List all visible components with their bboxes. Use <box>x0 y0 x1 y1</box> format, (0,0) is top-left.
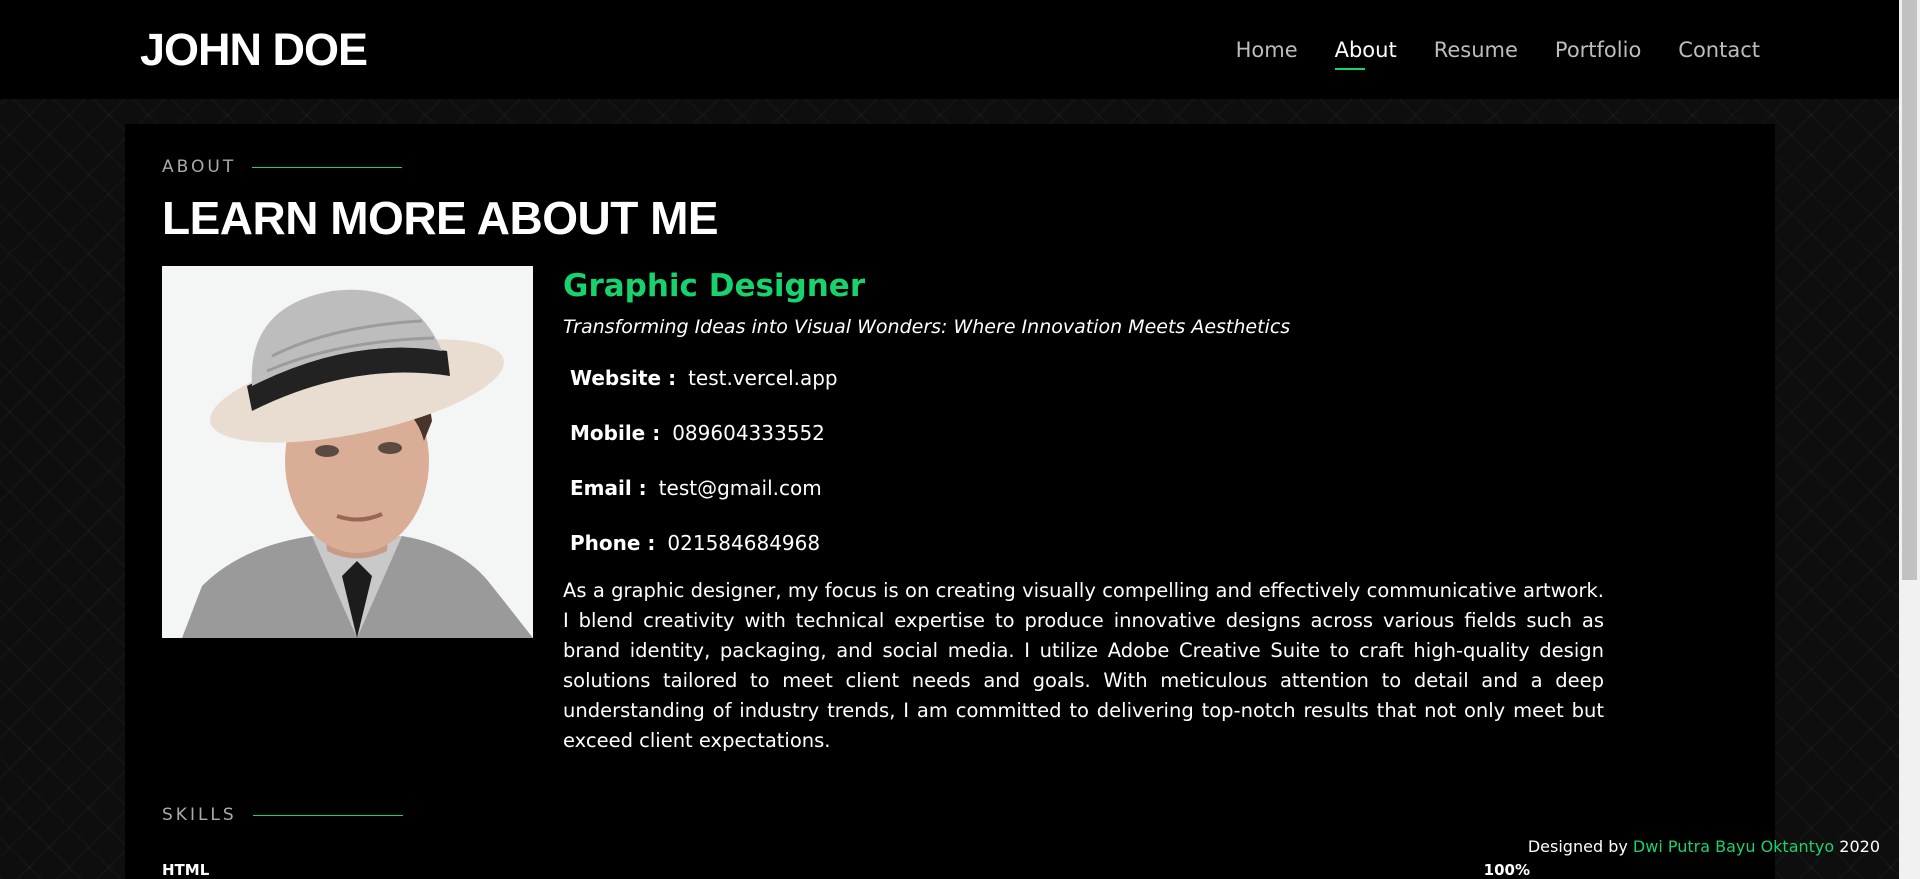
info-key: Phone : <box>570 530 656 555</box>
about-label-underline <box>252 166 403 168</box>
page-scrollbar[interactable] <box>1899 0 1920 879</box>
info-row-website: Website : test.vercel.app <box>563 350 1604 405</box>
info-row-email: Email : test@gmail.com <box>563 460 1604 515</box>
info-row-mobile: Mobile : 089604333552 <box>563 405 1604 460</box>
info-key: Website : <box>570 365 677 390</box>
nav-contact[interactable]: Contact <box>1678 34 1760 66</box>
nav-portfolio[interactable]: Portfolio <box>1555 34 1641 66</box>
about-content: Graphic Designer Transforming Ideas into… <box>563 266 1604 756</box>
skill-percent: 100% <box>1483 861 1530 879</box>
tagline: Transforming Ideas into Visual Wonders: … <box>563 316 1291 338</box>
site-logo[interactable]: JOHN DOE <box>140 24 368 76</box>
skill-name: HTML <box>162 861 210 879</box>
skills-section-label: SKILLS <box>162 805 403 825</box>
site-header: JOHN DOE Home About Resume Portfolio Con… <box>0 0 1899 99</box>
page-title: LEARN MORE ABOUT ME <box>162 192 719 244</box>
info-value: test.vercel.app <box>688 365 838 390</box>
profile-photo <box>162 266 533 638</box>
nav-home[interactable]: Home <box>1236 34 1298 66</box>
credits-author-link[interactable]: Dwi Putra Bayu Oktantyo <box>1633 837 1834 856</box>
credits-year: 2020 <box>1839 837 1880 856</box>
nav-resume[interactable]: Resume <box>1434 34 1518 66</box>
info-row-phone: Phone : 021584684968 <box>563 515 1604 570</box>
contact-info-list: Website : test.vercel.app Mobile : 08960… <box>563 350 1604 570</box>
skills-label-underline <box>252 814 403 816</box>
about-label-text: ABOUT <box>162 157 237 177</box>
skill-row: HTML 100% <box>162 860 1530 879</box>
role-title: Graphic Designer <box>563 268 866 304</box>
info-value: test@gmail.com <box>658 475 822 500</box>
info-value: 021584684968 <box>667 530 821 555</box>
info-value: 089604333552 <box>672 420 825 445</box>
bio-paragraph: As a graphic designer, my focus is on cr… <box>563 579 1604 752</box>
main-nav: Home About Resume Portfolio Contact <box>1236 34 1760 70</box>
about-panel: ABOUT LEARN MORE ABOUT ME Graphic Design… <box>125 124 1775 879</box>
skills-label-text: SKILLS <box>162 805 237 825</box>
credits: Designed by Dwi Putra Bayu Oktantyo 2020 <box>1528 836 1880 858</box>
info-key: Mobile : <box>570 420 661 445</box>
about-section-label: ABOUT <box>162 157 403 177</box>
nav-about[interactable]: About <box>1334 34 1397 70</box>
scrollbar-thumb[interactable] <box>1902 0 1917 580</box>
credits-prefix: Designed by <box>1527 837 1628 856</box>
person-portrait-icon <box>162 266 533 638</box>
info-key: Email : <box>570 475 647 500</box>
